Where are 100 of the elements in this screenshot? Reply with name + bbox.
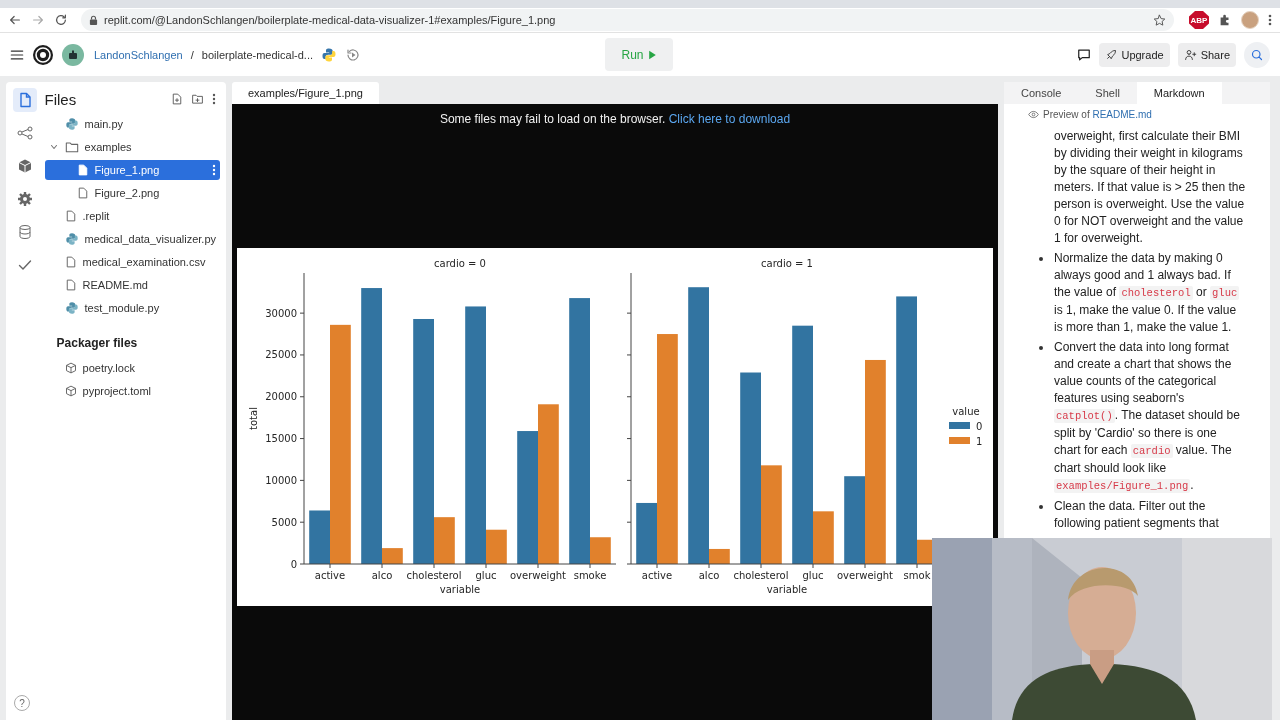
gear-icon — [17, 191, 34, 207]
tick-label: cholesterol — [733, 570, 789, 581]
file-item[interactable]: Figure_2.png — [44, 183, 220, 203]
history-icon[interactable] — [345, 46, 362, 63]
panel-tab[interactable]: Shell — [1078, 82, 1137, 104]
tick-label: 5000 — [271, 516, 297, 528]
list-item-text: Clean the data. Filter out the following patient segments that — [1054, 498, 1220, 532]
python-icon — [64, 301, 79, 315]
file-item[interactable]: medical_data_visualizer.py — [44, 229, 220, 249]
more-icon[interactable] — [212, 164, 216, 176]
bullet-point — [1039, 505, 1043, 509]
file-link[interactable]: README.md — [1092, 109, 1152, 120]
tick-label: cholesterol — [406, 570, 462, 581]
file-item[interactable]: medical_examination.csv — [44, 252, 220, 272]
tick-label: 20000 — [265, 391, 297, 403]
legend-label: 0 — [976, 421, 983, 432]
eye-icon — [1028, 110, 1039, 119]
new-folder-icon[interactable] — [191, 93, 204, 105]
file-icon — [76, 163, 89, 177]
project-name[interactable]: boilerplate-medical-d... — [201, 48, 314, 61]
cube-icon — [64, 385, 77, 397]
share-button[interactable]: Share — [1177, 42, 1236, 67]
play-icon — [647, 49, 657, 60]
notice-text: Some files may fail to load on the browser. Click here to download — [439, 112, 791, 126]
list-item-text: overweight, first calculate their BMI by dividing their weight in kilograms by the square of their height in meters. If that value is > 25 then the person is overweight. Use the value 0 for NOT overweight and the value 1 for overweight. — [1054, 128, 1246, 247]
legend-title: value — [952, 406, 980, 417]
extension-badge[interactable]: ABP — [1189, 11, 1209, 29]
tick-label: gluc — [802, 570, 824, 581]
lock-icon — [89, 14, 98, 26]
address-bar[interactable]: replit.com/@LandonSchlangen/boilerplate-medical-data-visualizer-1#examples/Figure_1.png — [81, 9, 1174, 31]
file-icon — [17, 92, 34, 108]
file-item[interactable]: Figure_1.png — [44, 160, 220, 180]
database-icon — [17, 224, 34, 240]
chat-icon[interactable] — [1077, 47, 1092, 62]
tick-label: 30000 — [265, 307, 297, 319]
tick-label: active — [641, 570, 673, 581]
tick-label: 25000 — [265, 349, 297, 361]
folder-item[interactable]: examples — [44, 137, 220, 157]
editor-tab[interactable]: examples/Figure_1.png — [232, 82, 379, 104]
user-link[interactable]: LandonSchlangen — [94, 48, 183, 61]
tick-label: alco — [371, 570, 393, 581]
puzzle-icon[interactable] — [1218, 13, 1232, 27]
bullet-point — [1039, 257, 1043, 261]
panel-tab[interactable]: Console — [1004, 82, 1079, 104]
file-icon — [64, 278, 77, 292]
tick-label: smok — [903, 570, 931, 581]
star-icon[interactable] — [1153, 13, 1166, 27]
bullet-point — [1039, 346, 1043, 350]
robot-icon — [68, 49, 78, 60]
file-item[interactable]: poetry.lock — [44, 358, 220, 378]
add-user-icon — [1183, 48, 1197, 61]
search-button[interactable] — [1244, 41, 1270, 68]
file-item[interactable]: main.py — [44, 114, 220, 134]
axis-label: variable — [766, 584, 808, 595]
python-icon[interactable] — [321, 46, 338, 63]
file-icon — [64, 209, 77, 223]
cube-icon — [17, 158, 34, 174]
panel-title: Files — [44, 90, 78, 108]
preview-label: Preview of README.md — [1043, 109, 1152, 120]
axis-label: total — [248, 407, 259, 430]
tick-label: 0 — [290, 558, 297, 570]
file-icon — [76, 186, 89, 200]
search-icon — [1251, 48, 1263, 61]
sidebar-tab[interactable] — [13, 88, 38, 112]
list-item-text: Convert the data into long format and create a chart that shows the value counts of the categorical features using seaborn's catplot() . The dataset should be split by 'Cardio' so there is one chart for each cardio value. The chart should look like examples/Figure_1.png . — [1054, 339, 1241, 495]
cube-icon — [64, 362, 77, 374]
upgrade-button[interactable]: Upgrade — [1099, 42, 1170, 67]
tick-label: overweight — [510, 570, 566, 581]
python-icon — [64, 232, 79, 246]
tick-label: 10000 — [265, 474, 297, 486]
more-icon[interactable] — [212, 93, 216, 105]
download-link[interactable]: Click here to download — [668, 112, 791, 126]
legend-label: 1 — [976, 436, 983, 447]
rocket-icon — [1105, 48, 1118, 61]
tick-label: smoke — [573, 570, 607, 581]
new-file-icon[interactable] — [171, 93, 183, 105]
chart-title: cardio = 1 — [761, 258, 813, 269]
reload-icon[interactable] — [54, 13, 68, 27]
section-title: Packager files — [56, 336, 139, 350]
file-item[interactable]: README.md — [44, 275, 220, 295]
back-icon[interactable] — [8, 13, 22, 27]
axis-label: variable — [439, 584, 481, 595]
list-item-text: Normalize the data by making 0 always good and 1 always bad. If the value of cholesterol or gluc is 1, make the value 0. If the value is more than 1, make the value 1. — [1054, 250, 1241, 336]
logo-icon[interactable] — [32, 43, 54, 66]
panel-tab[interactable]: Markdown — [1136, 82, 1222, 104]
file-item[interactable]: pyproject.toml — [44, 381, 220, 401]
tick-label: alco — [698, 570, 720, 581]
chevron-icon[interactable] — [49, 143, 58, 151]
file-item[interactable]: .replit — [44, 206, 220, 226]
file-item[interactable]: test_module.py — [44, 298, 220, 318]
tick-label: overweight — [837, 570, 893, 581]
chart-title: cardio = 0 — [434, 258, 486, 269]
help-button[interactable]: ? — [14, 695, 30, 711]
tick-label: 15000 — [265, 433, 297, 445]
tick-label: gluc — [475, 570, 497, 581]
branch-icon — [17, 125, 34, 141]
user-avatar[interactable] — [62, 43, 84, 66]
menu-icon[interactable] — [10, 47, 24, 62]
menu-dots-icon[interactable] — [1268, 13, 1272, 27]
path-separator: / — [190, 48, 194, 61]
